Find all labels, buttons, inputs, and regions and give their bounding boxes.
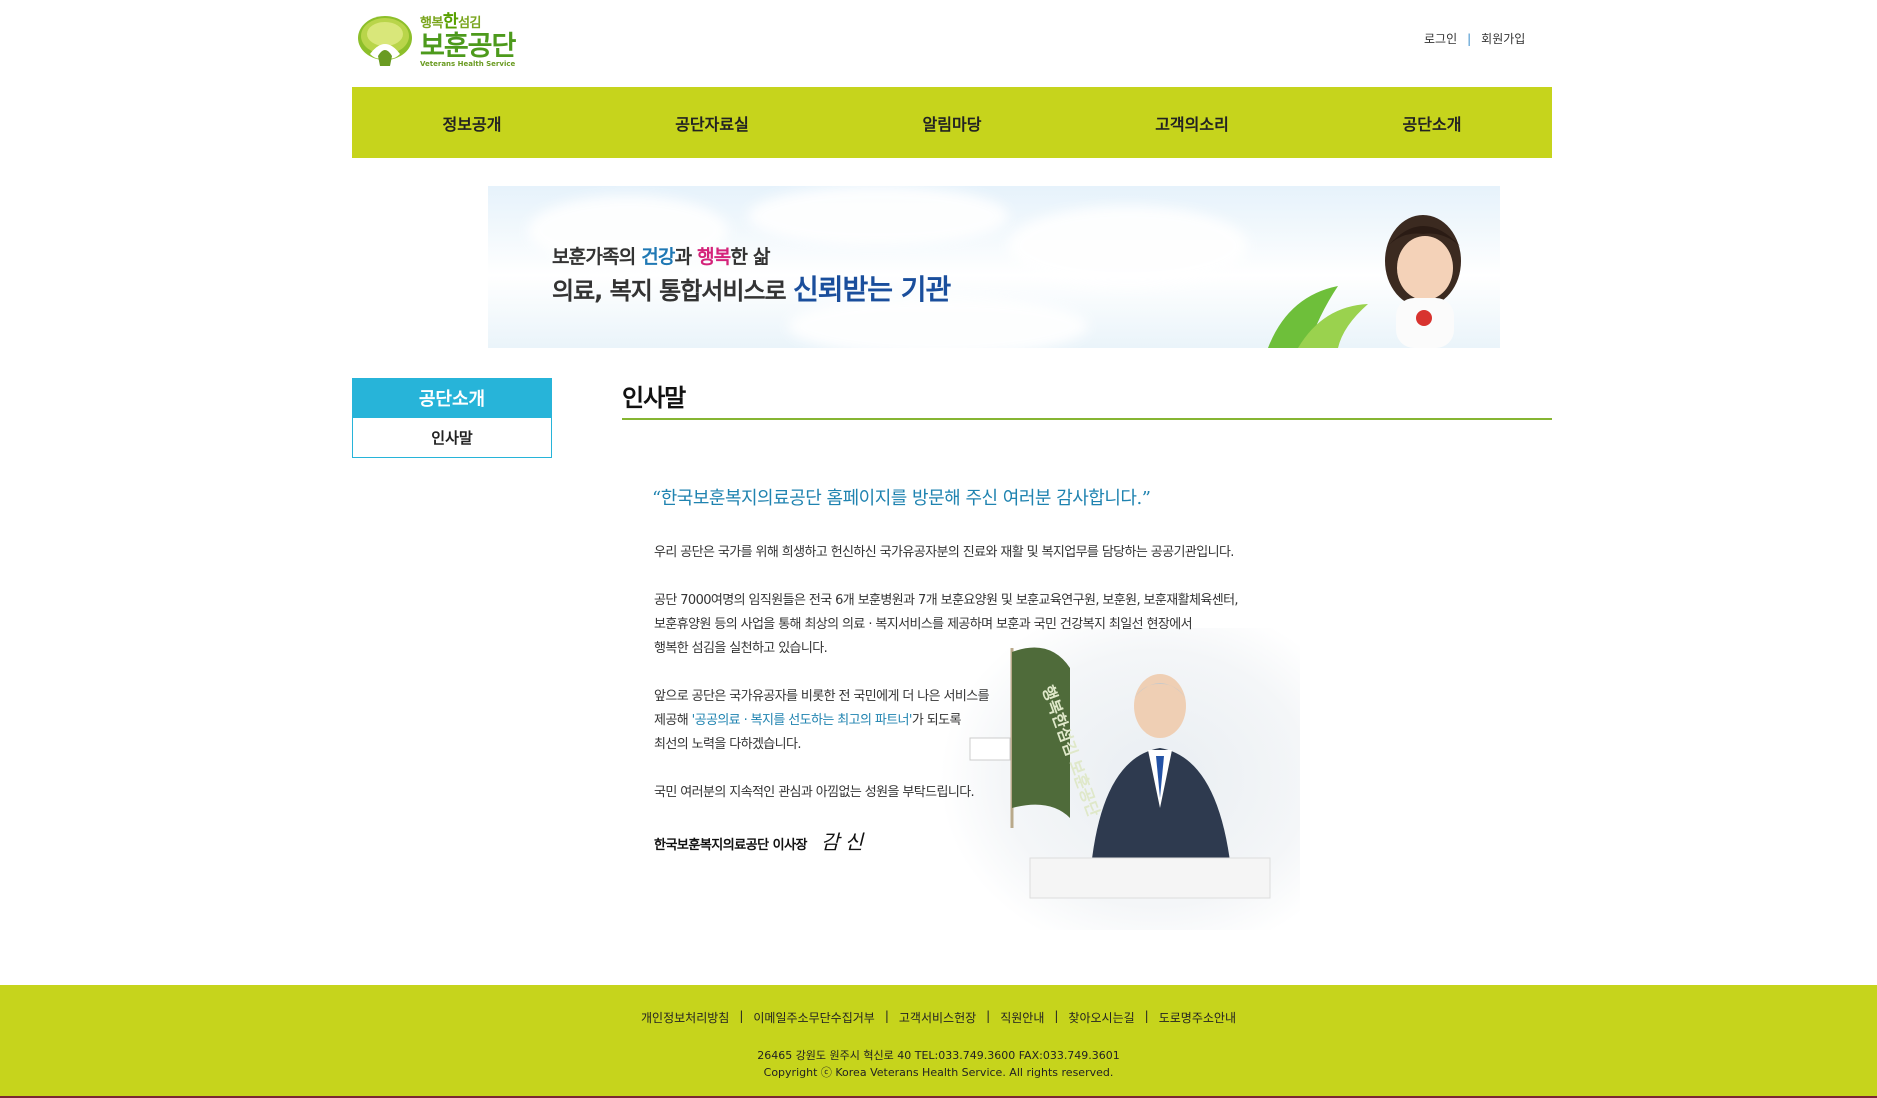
footer-link-email-refusal[interactable]: 이메일주소무단수집거부 (753, 1009, 874, 1026)
footer-link-directions[interactable]: 찾아오시는길 (1068, 1009, 1134, 1026)
page-title: 인사말 (622, 384, 686, 412)
footer-link-privacy[interactable]: 개인정보처리방침 (641, 1009, 729, 1026)
nav-item-archive[interactable]: 공단자료실 (592, 87, 832, 158)
logo-text: 행복한섬김 보훈공단 Veterans Health Service (420, 12, 516, 68)
logo-english: Veterans Health Service (420, 60, 516, 68)
banner-child-illustration (1268, 215, 1461, 348)
banner-headline-2: 의료, 복지 통합서비스로 신뢰받는 기관 (552, 273, 951, 306)
logo-tagline: 행복한섬김 (420, 12, 481, 32)
login-link[interactable]: 로그인 (1424, 30, 1457, 47)
logo-name: 보훈공단 (420, 31, 516, 62)
banner-headline-1: 보훈가족의 건강과 행복한 삶 (552, 246, 770, 268)
greeting-paragraph-4: 국민 여러분의 지속적인 관심과 아낌없는 성원을 부탁드립니다. (654, 785, 975, 800)
footer-address: 26465 강원도 원주시 혁신로 40 TEL:033.749.3600 FA… (757, 1049, 1120, 1062)
utility-nav: 로그인 | 회원가입 (1424, 30, 1525, 47)
site-footer: 개인정보처리방침 | 이메일주소무단수집거부 | 고객서비스헌장 | 직원안내 … (0, 985, 1877, 1098)
site-logo[interactable]: 행복한섬김 보훈공단 Veterans Health Service (356, 12, 516, 70)
logo-emblem-icon (356, 14, 414, 68)
sidebar-title: 공단소개 (352, 378, 552, 418)
ceo-signature-line: 한국보훈복지의료공단 이사장 감 신 (654, 830, 863, 854)
join-link[interactable]: 회원가입 (1481, 30, 1525, 47)
sidebar-nav: 공단소개 인사말 (352, 378, 552, 458)
footer-copyright: Copyright ⓒ Korea Veterans Health Servic… (763, 1066, 1114, 1079)
greeting-paragraph-3: 앞으로 공단은 국가유공자를 비롯한 전 국민에게 더 나은 서비스를 제공해 … (654, 689, 990, 752)
footer-link-staff[interactable]: 직원안내 (1000, 1009, 1044, 1026)
greeting-quote: “한국보훈복지의료공단 홈페이지를 방문해 주신 여러분 감사합니다.” (652, 488, 1151, 509)
footer-link-road-address[interactable]: 도로명주소안내 (1159, 1009, 1236, 1026)
util-separator: | (1467, 31, 1472, 46)
nav-item-info-disclosure[interactable]: 정보공개 (352, 87, 592, 158)
greeting-paragraph-1: 우리 공단은 국가를 위해 희생하고 헌신하신 국가유공자분의 진료와 재활 및… (654, 545, 1234, 560)
greeting-paragraph-2: 공단 7000여명의 임직원들은 전국 6개 보훈병원과 7개 보훈요양원 및 … (654, 593, 1239, 656)
ceo-signature: 감 신 (821, 830, 863, 854)
main-nav: 정보공개 공단자료실 알림마당 고객의소리 공단소개 (352, 87, 1552, 158)
footer-links: 개인정보처리방침 | 이메일주소무단수집거부 | 고객서비스헌장 | 직원안내 … (641, 1009, 1236, 1026)
highlight-slogan: '공공의료 · 복지를 선도하는 최고의 파트너' (691, 713, 913, 728)
nav-item-notices[interactable]: 알림마당 (832, 87, 1072, 158)
title-divider (622, 418, 1552, 420)
sidebar-item-greeting[interactable]: 인사말 (352, 418, 552, 458)
footer-link-service-charter[interactable]: 고객서비스헌장 (899, 1009, 976, 1026)
hero-banner: 보훈가족의 건강과 행복한 삶 의료, 복지 통합서비스로 신뢰받는 기관 (488, 186, 1500, 348)
nav-item-customer-voice[interactable]: 고객의소리 (1072, 87, 1312, 158)
nav-item-about[interactable]: 공단소개 (1312, 87, 1552, 158)
ceo-photo: 행복한섬김 보훈공단 (940, 628, 1300, 930)
